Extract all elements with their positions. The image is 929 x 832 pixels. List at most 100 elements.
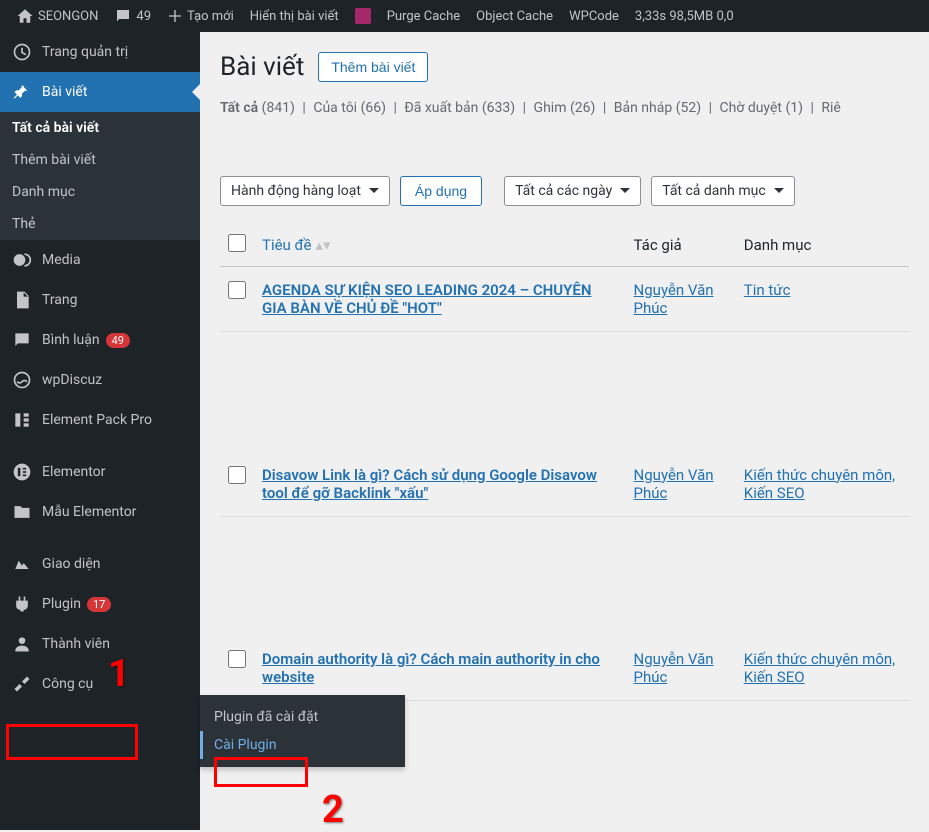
sidebar-label: Bài viết (42, 84, 87, 100)
add-new-button[interactable]: Thêm bài viết (318, 52, 428, 82)
sidebar-label: Plugin (42, 596, 81, 612)
filter-mine[interactable]: Của tôi (313, 100, 357, 116)
elementpack-icon (12, 410, 32, 430)
pages-icon (12, 290, 32, 310)
comment-icon (12, 330, 32, 350)
submenu-add-post[interactable]: Thêm bài viết (0, 144, 200, 176)
filter-sticky[interactable]: Ghim (534, 100, 567, 116)
author-link[interactable]: Nguyễn Văn Phúc (634, 281, 714, 317)
submenu-categories[interactable]: Danh mục (0, 176, 200, 208)
filter-more[interactable]: Riê (821, 100, 840, 116)
filter-published[interactable]: Đã xuất bản (404, 100, 478, 116)
plus-icon (167, 8, 183, 24)
plugin-icon (12, 594, 32, 614)
view-post-link[interactable]: Hiển thị bài viết (242, 0, 347, 32)
sidebar-item-comments[interactable]: Bình luận 49 (0, 320, 200, 360)
submenu-tags[interactable]: Thẻ (0, 208, 200, 240)
plugin-flyout: Plugin đã cài đặt Cài Plugin (200, 695, 405, 767)
post-title-link[interactable]: Disavow Link là gì? Cách sử dụng Google … (262, 466, 597, 502)
filter-draft[interactable]: Bản nháp (614, 100, 672, 116)
submenu-all-posts[interactable]: Tất cả bài viết (0, 112, 200, 144)
sidebar-label: Thành viên (42, 636, 110, 652)
sidebar-item-users[interactable]: Thành viên (0, 624, 200, 664)
sidebar-label: Trang (42, 292, 78, 308)
admin-sidebar: Trang quản trị Bài viết Tất cả bài viết … (0, 32, 200, 830)
flyout-installed-plugins[interactable]: Plugin đã cài đặt (200, 703, 405, 731)
perf-link[interactable]: 3,33s 98,5MB 0,0 (627, 0, 742, 32)
annotation-number-2: 2 (322, 788, 344, 832)
select-all-checkbox[interactable] (228, 234, 246, 252)
post-status-filters: Tất cả (841) | Của tôi (66) | Đã xuất bả… (220, 100, 909, 116)
sidebar-item-wpdiscuz[interactable]: wpDiscuz (0, 360, 200, 400)
category-link[interactable]: Kiến thức chuyên môn, Kiến SEO (744, 466, 895, 502)
table-nav: Hành động hàng loạt Áp dụng Tất cả các n… (220, 176, 909, 206)
table-row: AGENDA SỰ KIỆN SEO LEADING 2024 – CHUYÊN… (220, 267, 909, 332)
sidebar-item-dashboard[interactable]: Trang quản trị (0, 32, 200, 72)
row-checkbox[interactable] (228, 466, 246, 484)
row-checkbox[interactable] (228, 281, 246, 299)
date-filter-select[interactable]: Tất cả các ngày (504, 176, 641, 206)
wpcode-link[interactable]: WPCode (561, 0, 627, 32)
author-link[interactable]: Nguyễn Văn Phúc (634, 466, 714, 502)
new-label: Tạo mới (187, 9, 234, 24)
purge-cache-link[interactable]: Purge Cache (379, 0, 468, 32)
category-filter-select[interactable]: Tất cả danh mục (651, 176, 794, 206)
sidebar-label: Mẫu Elementor (42, 504, 136, 520)
plugin-badge: 17 (87, 597, 111, 612)
sidebar-item-elementor-templates[interactable]: Mẫu Elementor (0, 492, 200, 532)
dashboard-icon (12, 42, 32, 62)
flyout-add-plugin[interactable]: Cài Plugin (200, 731, 405, 759)
sidebar-label: Element Pack Pro (42, 412, 152, 428)
col-author[interactable]: Tác giả (626, 224, 736, 267)
media-icon (12, 250, 32, 270)
col-title[interactable]: Tiêu đề▴▾ (254, 224, 626, 267)
comments-link[interactable]: 49 (106, 0, 159, 32)
posts-table: Tiêu đề▴▾ Tác giả Danh mục AGENDA SỰ KIỆ… (220, 224, 909, 701)
object-cache-link[interactable]: Object Cache (468, 0, 561, 32)
category-link[interactable]: Kiến thức chuyên môn, Kiến SEO (744, 650, 895, 686)
yoast-icon (355, 8, 371, 24)
bulk-action-select[interactable]: Hành động hàng loạt (220, 176, 390, 206)
posts-submenu: Tất cả bài viết Thêm bài viết Danh mục T… (0, 112, 200, 240)
yoast-link[interactable] (347, 0, 379, 32)
post-title-link[interactable]: Domain authority là gì? Cách main author… (262, 650, 600, 686)
category-link[interactable]: Tin tức (744, 281, 791, 299)
filter-all[interactable]: Tất cả (220, 100, 258, 116)
sidebar-item-elementor[interactable]: Elementor (0, 452, 200, 492)
row-checkbox[interactable] (228, 650, 246, 668)
col-category[interactable]: Danh mục (736, 224, 909, 267)
table-row: Domain authority là gì? Cách main author… (220, 636, 909, 701)
appearance-icon (12, 554, 32, 574)
sidebar-item-plugins[interactable]: Plugin 17 (0, 584, 200, 624)
sidebar-label: Media (42, 252, 81, 268)
sidebar-item-elementpack[interactable]: Element Pack Pro (0, 400, 200, 440)
wpdiscuz-icon (12, 370, 32, 390)
sidebar-label: Trang quản trị (42, 44, 128, 60)
sidebar-label: wpDiscuz (42, 372, 102, 388)
sidebar-label: Công cụ (42, 676, 93, 692)
sidebar-item-pages[interactable]: Trang (0, 280, 200, 320)
site-link[interactable]: SEONGON (8, 0, 106, 32)
comment-count: 49 (136, 9, 151, 24)
folder-icon (12, 502, 32, 522)
sidebar-label: Giao diện (42, 556, 100, 572)
sidebar-item-media[interactable]: Media (0, 240, 200, 280)
sidebar-item-appearance[interactable]: Giao diện (0, 544, 200, 584)
comment-badge: 49 (106, 333, 130, 348)
pin-icon (12, 82, 32, 102)
sidebar-label: Bình luận (42, 332, 100, 348)
users-icon (12, 634, 32, 654)
apply-button[interactable]: Áp dụng (400, 176, 482, 206)
page-title: Bài viết (220, 52, 304, 82)
page-header: Bài viết Thêm bài viết (220, 52, 909, 82)
filter-pending[interactable]: Chờ duyệt (720, 100, 782, 116)
new-content-link[interactable]: Tạo mới (159, 0, 242, 32)
table-row: Disavow Link là gì? Cách sử dụng Google … (220, 452, 909, 517)
sidebar-label: Elementor (42, 464, 105, 480)
author-link[interactable]: Nguyễn Văn Phúc (634, 650, 714, 686)
sidebar-item-posts[interactable]: Bài viết (0, 72, 200, 112)
tools-icon (12, 674, 32, 694)
admin-bar: SEONGON 49 Tạo mới Hiển thị bài viết Pur… (0, 0, 929, 32)
post-title-link[interactable]: AGENDA SỰ KIỆN SEO LEADING 2024 – CHUYÊN… (262, 281, 591, 317)
sidebar-item-tools[interactable]: Công cụ (0, 664, 200, 704)
